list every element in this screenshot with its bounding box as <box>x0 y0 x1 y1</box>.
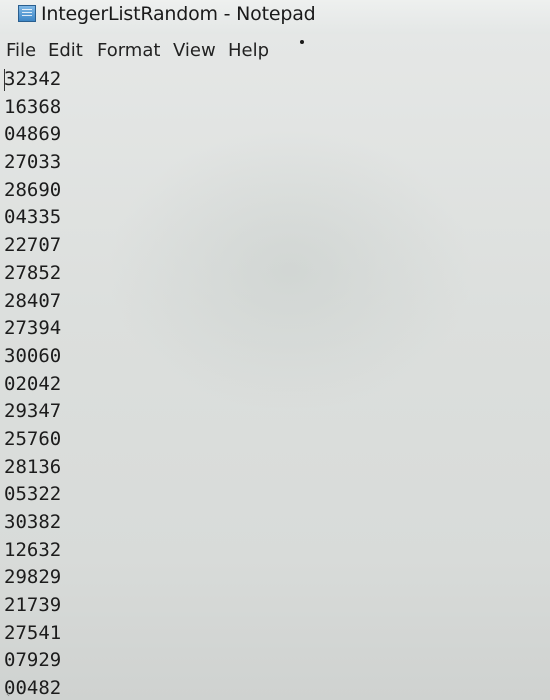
window-title: IntegerListRandom - Notepad <box>41 3 316 25</box>
text-line: 02042 <box>4 372 62 395</box>
text-line: 16368 <box>4 95 62 118</box>
text-line: 27033 <box>4 151 62 174</box>
text-line: 27541 <box>4 621 62 644</box>
menu-file[interactable]: File <box>6 40 36 61</box>
text-line: 28407 <box>4 289 62 312</box>
text-line: 04335 <box>4 206 62 229</box>
text-line: 12632 <box>4 538 62 561</box>
text-line: 07929 <box>4 649 62 672</box>
text-line: 21739 <box>4 594 62 617</box>
text-line: 29347 <box>4 400 62 423</box>
text-line: 30382 <box>4 511 62 533</box>
text-line: 32342 <box>4 68 62 90</box>
scroll-left-arrow-icon[interactable]: ‹ <box>6 690 18 700</box>
text-line: 25760 <box>4 427 62 450</box>
text-editor-area[interactable]: 32342 16368 04869 27033 28690 04335 22707 27852… <box>0 66 550 700</box>
menu-format[interactable]: Format <box>97 40 160 61</box>
menu-edit[interactable]: Edit <box>48 40 83 61</box>
menu-bar: File Edit Format View Help <box>0 36 550 66</box>
text-line: 28690 <box>4 178 62 201</box>
text-line: 05322 <box>4 483 62 506</box>
text-line: 27852 <box>4 261 62 284</box>
text-line: 30060 <box>4 344 62 367</box>
notepad-icon <box>18 5 36 22</box>
text-line: 22707 <box>4 234 62 257</box>
menu-view[interactable]: View <box>173 40 216 61</box>
text-line: 28136 <box>4 455 62 478</box>
title-bar[interactable]: IntegerListRandom - Notepad <box>0 0 550 34</box>
text-line: 27394 <box>4 317 62 340</box>
text-line: 04869 <box>4 123 62 146</box>
text-line: 29829 <box>4 566 62 589</box>
text-lines: 32342 16368 04869 27033 28690 04335 22707 27852… <box>4 66 61 700</box>
screen-speck <box>300 40 304 44</box>
menu-help[interactable]: Help <box>228 40 269 61</box>
notepad-window: IntegerListRandom - Notepad File Edit Fo… <box>0 0 550 700</box>
